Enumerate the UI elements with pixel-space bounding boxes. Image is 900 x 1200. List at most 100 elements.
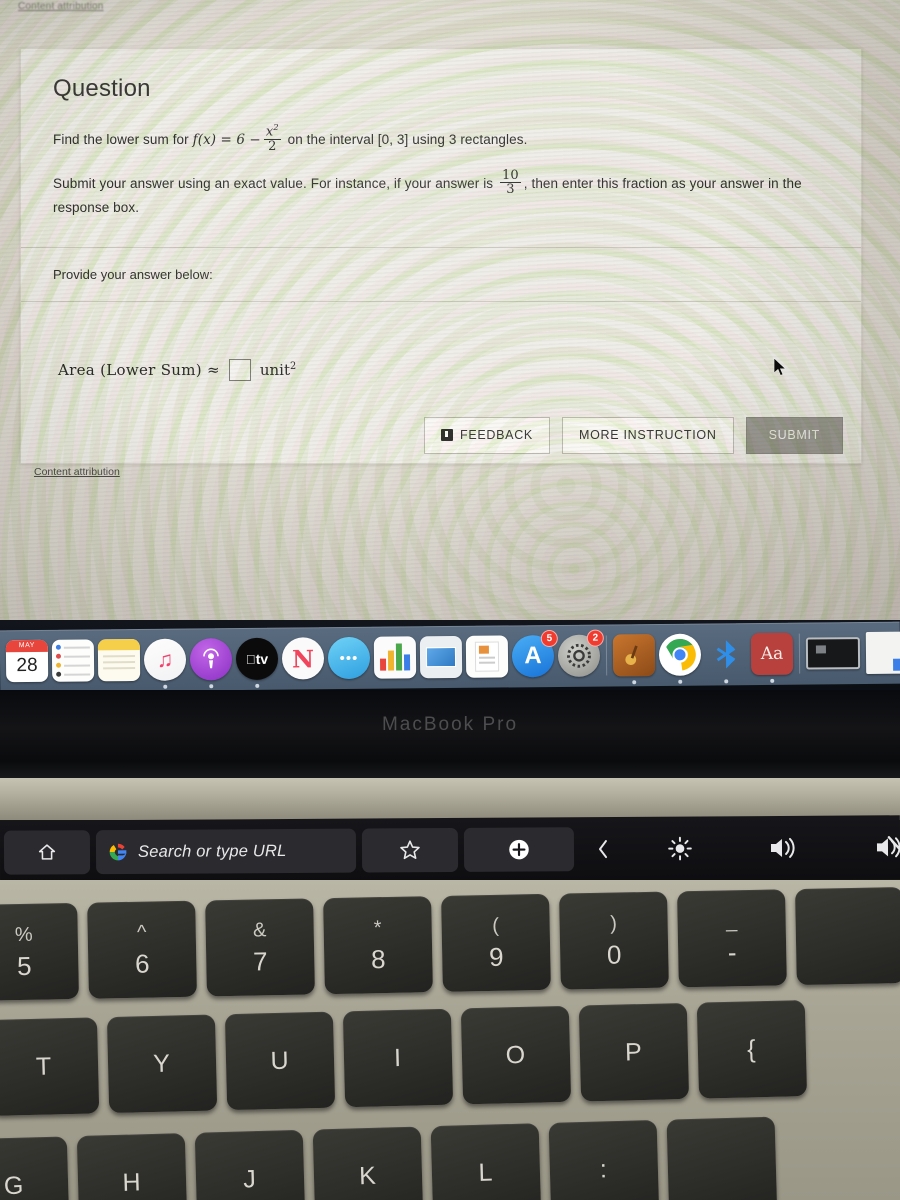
keynote-icon: [419, 635, 463, 679]
dock-item-news[interactable]: N: [280, 635, 326, 681]
key-7-shift-label: &: [252, 919, 267, 942]
key-9-label: 9: [488, 941, 504, 973]
dock-item-bluetooth[interactable]: [703, 631, 749, 684]
dock-item-pages[interactable]: [464, 633, 510, 679]
key-0[interactable]: ) 0: [559, 891, 669, 990]
dock-item-notes[interactable]: [96, 637, 142, 683]
key-9-shift-label: (: [492, 914, 500, 937]
dock-item-downloads-stack[interactable]: [804, 630, 862, 677]
home-button[interactable]: [3, 830, 91, 875]
running-indicator: [678, 679, 683, 684]
feedback-button[interactable]: FEEDBACK: [423, 417, 550, 454]
bluetooth-icon: [705, 633, 747, 675]
touch-bar: Search or type URL: [0, 815, 900, 885]
key-equals[interactable]: [795, 887, 900, 986]
content-attribution-link[interactable]: Content attribution: [34, 466, 120, 478]
key-semicolon[interactable]: :: [548, 1119, 660, 1200]
key-o-label: O: [505, 1040, 527, 1069]
dictionary-icon: Aa: [750, 632, 794, 676]
star-icon: [400, 840, 420, 860]
key-u[interactable]: U: [224, 1011, 336, 1111]
mute-button[interactable]: [840, 825, 900, 870]
key-y[interactable]: Y: [106, 1014, 218, 1114]
key-minus[interactable]: _ -: [677, 889, 787, 988]
chrome-icon: [658, 633, 702, 676]
dock-item-apple-tv[interactable]: tv: [234, 636, 280, 688]
dock-item-dictionary[interactable]: Aa: [749, 631, 795, 683]
volume-up-button[interactable]: [734, 826, 834, 871]
key-j[interactable]: J: [194, 1129, 306, 1200]
dock-item-reminders[interactable]: [50, 637, 96, 683]
dock-item-music[interactable]: ♫: [142, 637, 188, 689]
bookmark-button[interactable]: [361, 827, 459, 873]
key-o[interactable]: O: [460, 1005, 572, 1105]
search-url-field[interactable]: Search or type URL: [95, 828, 357, 875]
dock-item-numbers[interactable]: [372, 634, 418, 680]
key-8[interactable]: * 8: [323, 896, 433, 995]
key-l[interactable]: L: [430, 1123, 542, 1200]
answer-input[interactable]: [228, 359, 251, 381]
key-6-shift-label: ^: [136, 921, 147, 944]
garageband-icon: [612, 634, 656, 677]
flag-icon: [440, 429, 453, 442]
new-tab-button[interactable]: [463, 827, 575, 872]
dock-item-messages[interactable]: •••: [326, 635, 372, 681]
key-7-label: 7: [252, 946, 268, 977]
key-6[interactable]: ^ 6: [87, 900, 197, 999]
card-divider-1: [21, 247, 861, 248]
running-indicator: [724, 679, 729, 684]
dock-item-document-stack[interactable]: [862, 630, 900, 676]
brightness-button[interactable]: [632, 826, 728, 871]
key-bracket-left[interactable]: {: [696, 1000, 808, 1099]
key-h[interactable]: H: [76, 1133, 188, 1200]
keyboard-letter-row-top: T Y U I O P {: [0, 1000, 808, 1116]
key-7[interactable]: & 7: [205, 898, 315, 997]
laptop-keyboard: % 5 ^ 6 & 7 * 8 ( 9 ) 0 _ - T Y U I O P …: [0, 880, 900, 1200]
key-l-label: L: [478, 1158, 494, 1187]
key-5[interactable]: % 5: [0, 902, 79, 1001]
answer-label: Area (Lower Sum) ≈: [58, 361, 220, 379]
instruction-prefix: Submit your answer using an exact value.…: [53, 175, 494, 191]
instruction-statement: Submit your answer using an exact value.…: [53, 169, 829, 219]
key-minus-label: -: [727, 937, 737, 968]
key-bracket-left-label: {: [746, 1034, 757, 1063]
arrow-cursor: [773, 357, 787, 376]
expand-control-strip-button[interactable]: [580, 827, 626, 871]
submit-button[interactable]: SUBMIT: [745, 417, 843, 454]
key-8-label: 8: [370, 943, 386, 975]
dock-item-app-store[interactable]: A 5: [510, 629, 558, 679]
key-g[interactable]: G: [0, 1136, 70, 1200]
dock-item-calendar[interactable]: MAY 28: [4, 638, 50, 684]
key-u-label: U: [270, 1046, 290, 1075]
dock-item-keynote[interactable]: [418, 634, 464, 680]
dock-item-system-preferences[interactable]: 2: [556, 629, 604, 679]
top-content-attribution-link[interactable]: Content attribution: [18, 1, 104, 12]
more-instruction-button[interactable]: MORE INSTRUCTION: [561, 417, 734, 454]
key-k[interactable]: K: [312, 1126, 424, 1200]
card-divider-2: [21, 301, 861, 302]
key-9[interactable]: ( 9: [441, 893, 551, 992]
dock-item-garageband[interactable]: [611, 632, 657, 685]
key-semicolon-label: :: [599, 1154, 609, 1184]
key-k-label: K: [358, 1161, 378, 1190]
key-quote[interactable]: [666, 1116, 778, 1200]
calendar-icon: MAY 28: [5, 639, 49, 683]
key-i-label: I: [393, 1043, 403, 1072]
key-8-shift-label: *: [373, 917, 382, 940]
dock-item-podcasts[interactable]: [188, 636, 234, 689]
question-prefix: Find the lower sum for: [53, 132, 189, 148]
key-i[interactable]: I: [342, 1008, 454, 1108]
key-p[interactable]: P: [578, 1002, 690, 1102]
running-indicator: [209, 684, 214, 689]
key-minus-shift-label: _: [725, 910, 738, 933]
answer-unit: unit2: [259, 361, 297, 379]
notes-icon: [97, 638, 141, 682]
document-stack-icon: [865, 631, 900, 675]
instruction-line2: response box.: [53, 200, 140, 216]
dock-item-google-chrome[interactable]: [657, 632, 703, 684]
numbers-icon: [373, 636, 417, 679]
google-g-icon: [109, 843, 127, 861]
key-t[interactable]: T: [0, 1017, 100, 1116]
music-icon: ♫: [143, 638, 187, 681]
volume-up-icon: [770, 837, 795, 858]
